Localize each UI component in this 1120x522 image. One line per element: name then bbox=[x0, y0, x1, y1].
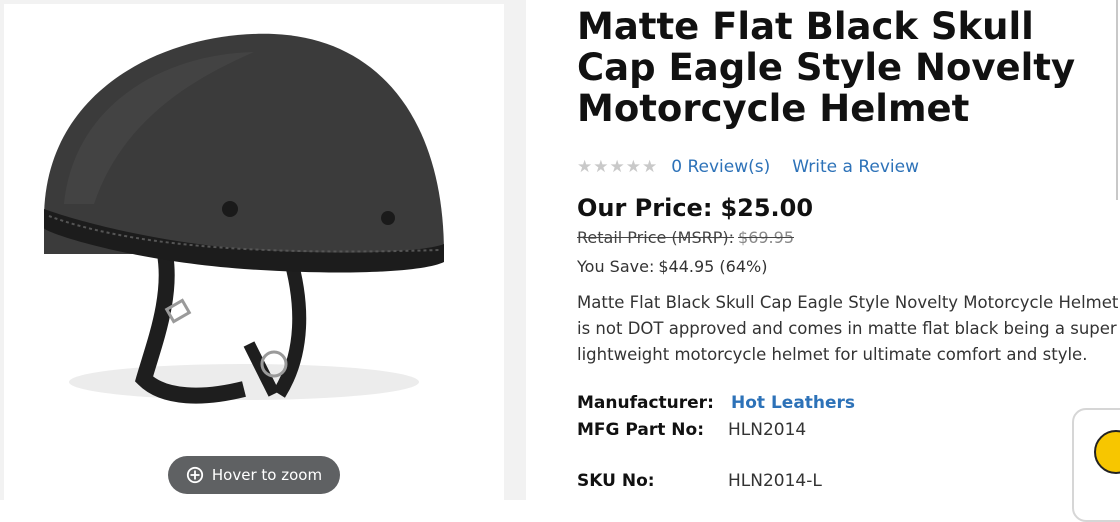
star-icon: ★ bbox=[609, 156, 625, 177]
zoom-in-icon bbox=[186, 466, 204, 484]
sku-value: HLN2014-L bbox=[728, 471, 822, 491]
star-icon: ★ bbox=[593, 156, 609, 177]
retail-price: Retail Price (MSRP): $69.95 bbox=[577, 228, 1120, 247]
floating-badge[interactable] bbox=[1072, 408, 1120, 522]
star-icon: ★ bbox=[577, 156, 593, 177]
product-details: Matte Flat Black Skull Cap Eagle Style N… bbox=[577, 5, 1120, 491]
helmet-image bbox=[44, 33, 444, 404]
our-price-value: $25.00 bbox=[720, 194, 814, 222]
write-review-link[interactable]: Write a Review bbox=[792, 157, 919, 177]
star-icon: ★ bbox=[642, 156, 658, 177]
you-save-label: You Save: bbox=[577, 257, 655, 276]
manufacturer-label: Manufacturer: bbox=[577, 393, 714, 413]
you-save-value: $44.95 (64%) bbox=[658, 257, 768, 276]
our-price-label: Our Price: bbox=[577, 194, 713, 222]
star-rating: ★ ★ ★ ★ ★ bbox=[577, 156, 658, 177]
product-image[interactable]: Hover to zoom bbox=[4, 4, 504, 500]
product-description: Matte Flat Black Skull Cap Eagle Style N… bbox=[577, 293, 1119, 364]
zoom-label: Hover to zoom bbox=[211, 466, 323, 484]
mfg-part-value: HLN2014 bbox=[728, 420, 807, 440]
hover-to-zoom-button[interactable]: Hover to zoom bbox=[168, 456, 340, 494]
you-save: You Save: $44.95 (64%) bbox=[577, 257, 1120, 276]
retail-price-label: Retail Price (MSRP): bbox=[577, 228, 735, 247]
reviews-link[interactable]: 0 Review(s) bbox=[671, 157, 770, 177]
product-title: Matte Flat Black Skull Cap Eagle Style N… bbox=[577, 5, 1076, 130]
retail-price-value: $69.95 bbox=[738, 228, 794, 247]
sidebar-edge bbox=[1116, 0, 1118, 200]
product-image-panel: Hover to zoom bbox=[0, 0, 526, 500]
manufacturer-link[interactable]: Hot Leathers bbox=[731, 393, 855, 413]
rating-row: ★ ★ ★ ★ ★ 0 Review(s) Write a Review bbox=[577, 155, 1120, 179]
star-icon: ★ bbox=[625, 156, 641, 177]
our-price: Our Price: $25.00 bbox=[577, 194, 1120, 222]
badge-icon bbox=[1094, 430, 1120, 474]
sku-label: SKU No: bbox=[577, 471, 655, 491]
mfg-part-label: MFG Part No: bbox=[577, 420, 705, 440]
